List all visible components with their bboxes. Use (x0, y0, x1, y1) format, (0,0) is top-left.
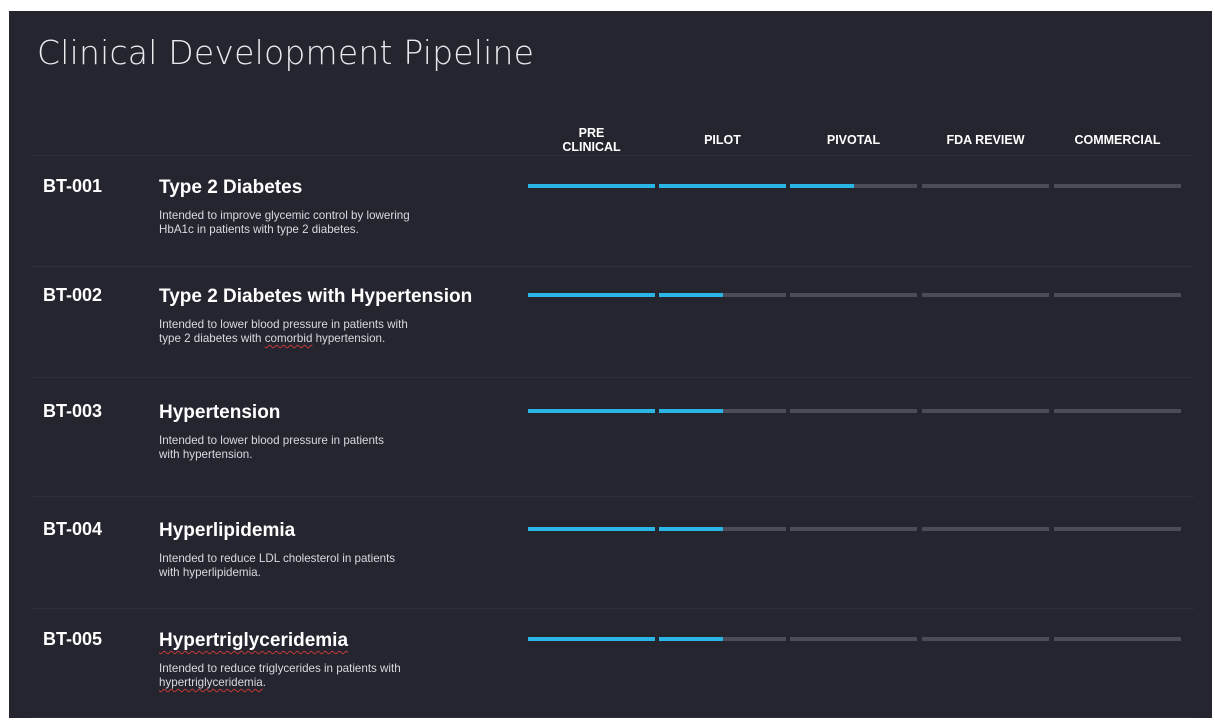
stage-progress-bar (1054, 527, 1181, 531)
row-divider (31, 608, 1194, 609)
stage-progress-fill (528, 527, 655, 531)
stage-progress-bar (1054, 293, 1181, 297)
description-line: type 2 diabetes with comorbid hypertensi… (159, 332, 386, 345)
program-description: Intended to lower blood pressure in pati… (159, 318, 489, 346)
stage-progress-bar (790, 637, 917, 641)
stage-progress-bar (528, 637, 655, 641)
stage-progress-bar (659, 293, 786, 297)
stage-progress-bar (790, 184, 917, 188)
stage-header-1: PRE CLINICAL (562, 126, 621, 154)
stage-progress-fill (528, 637, 655, 641)
spellcheck-word: hypertriglyceridemia (159, 676, 263, 689)
program-name: Type 2 Diabetes with Hypertension (159, 286, 473, 307)
program-description: Intended to lower blood pressure in pati… (159, 434, 489, 462)
row-divider (31, 266, 1194, 267)
stage-progress-fill (528, 409, 655, 413)
program-name: Hyperlipidemia (159, 520, 296, 541)
stage-progress-bar (790, 409, 917, 413)
description-line: with hypertension. (159, 448, 253, 461)
row-divider (31, 377, 1194, 378)
stage-progress-bars (9, 293, 1212, 297)
stage-progress-bars (9, 527, 1212, 531)
row-divider (31, 155, 1194, 156)
stage-progress-bar (528, 409, 655, 413)
stage-progress-bar (922, 637, 1049, 641)
stage-progress-fill (528, 293, 655, 297)
stage-progress-bars (9, 409, 1212, 413)
stage-progress-bar (790, 527, 917, 531)
description-line: Intended to reduce LDL cholesterol in pa… (159, 552, 396, 565)
program-description: Intended to improve glycemic control by … (159, 209, 489, 237)
spellcheck-word: comorbid (264, 332, 313, 345)
page-title: Clinical Development Pipeline (37, 33, 535, 72)
stage-progress-bar (922, 293, 1049, 297)
program-name: Type 2 Diabetes (159, 177, 303, 198)
program-description: Intended to reduce triglycerides in pati… (159, 662, 489, 690)
stage-progress-bar (659, 184, 786, 188)
program-name: Hypertriglyceridemia (159, 630, 349, 651)
stage-header-3: PIVOTAL (826, 133, 881, 147)
stage-progress-bar (790, 293, 917, 297)
stage-progress-bar (1054, 637, 1181, 641)
stage-progress-fill (659, 409, 723, 413)
stage-progress-fill (659, 293, 723, 297)
stage-progress-bar (922, 184, 1049, 188)
stage-progress-bar (528, 293, 655, 297)
description-line: Intended to improve glycemic control by … (159, 209, 410, 222)
stage-progress-bar (659, 409, 786, 413)
stage-progress-bars (9, 637, 1212, 641)
stage-progress-fill (659, 527, 723, 531)
stage-progress-fill (528, 184, 655, 188)
description-line: HbA1c in patients with type 2 diabetes. (159, 223, 359, 236)
program-description: Intended to reduce LDL cholesterol in pa… (159, 552, 489, 580)
stage-header: PRE CLINICAL PILOT PIVOTAL FDA REVIEW COMMER… (9, 120, 1212, 160)
description-line: Intended to lower blood pressure in pati… (159, 318, 408, 331)
description-line: hypertriglyceridemia. (159, 676, 266, 689)
stage-progress-fill (659, 184, 786, 188)
row-divider (31, 496, 1194, 497)
stage-progress-bar (1054, 409, 1181, 413)
stage-progress-fill (659, 637, 723, 641)
program-name: Hypertension (159, 402, 281, 423)
stage-header-2: PILOT (704, 133, 741, 147)
stage-progress-bar (659, 637, 786, 641)
stage-progress-bar (1054, 184, 1181, 188)
description-line: Intended to reduce triglycerides in pati… (159, 662, 401, 675)
stage-progress-bar (659, 527, 786, 531)
stage-progress-bar (922, 527, 1049, 531)
stage-header-5: COMMERCIAL (1074, 133, 1161, 147)
stage-progress-bar (528, 184, 655, 188)
stage-progress-bar (922, 409, 1049, 413)
description-line: Intended to lower blood pressure in pati… (159, 434, 384, 447)
stage-progress-bars (9, 184, 1212, 188)
stage-header-4: FDA REVIEW (946, 133, 1025, 147)
stage-progress-bar (528, 527, 655, 531)
row-divider (31, 717, 1194, 718)
stage-progress-fill (790, 184, 854, 188)
description-line: with hyperlipidemia. (159, 566, 261, 579)
pipeline-slide: Clinical Development Pipeline PRE CLINIC… (9, 11, 1212, 718)
